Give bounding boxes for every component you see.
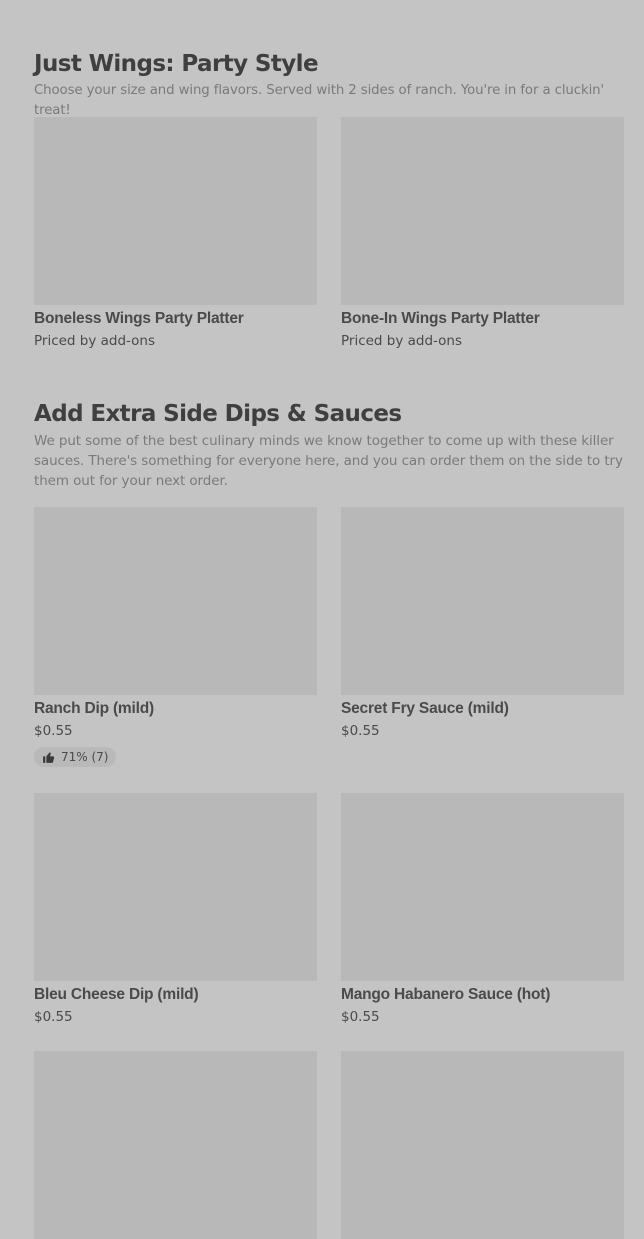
rating-badge: 71% (7)	[34, 747, 117, 767]
item-image	[341, 117, 624, 305]
item-name: Mango Habanero Sauce (hot)	[341, 986, 551, 1003]
item-image	[34, 507, 317, 695]
section-side-dips-sauces: Add Extra Side Dips & Sauces We put some…	[34, 400, 624, 491]
menu-item-next-left[interactable]	[34, 1051, 317, 1239]
section-party-style: Just Wings: Party Style Choose your size…	[34, 50, 624, 121]
item-name: Ranch Dip (mild)	[34, 700, 154, 717]
section-description: Choose your size and wing flavors. Serve…	[34, 83, 605, 118]
item-name: Boneless Wings Party Platter	[34, 310, 244, 327]
item-image	[34, 117, 317, 305]
item-price: Priced by add-ons	[341, 333, 463, 349]
rating-text: 71% (7)	[61, 750, 109, 764]
item-image	[341, 507, 624, 695]
item-image	[34, 793, 317, 981]
item-image	[341, 1051, 624, 1239]
menu-item-secret-fry-sauce[interactable]: Secret Fry Sauce (mild) $0.55	[341, 507, 624, 740]
menu-item-next-right[interactable]	[341, 1051, 624, 1239]
menu-item-bleu-cheese-dip[interactable]: Bleu Cheese Dip (mild) $0.55	[34, 793, 317, 1026]
section-title: Just Wings: Party Style	[34, 51, 319, 77]
item-name: Bleu Cheese Dip (mild)	[34, 986, 199, 1003]
item-price: $0.55	[34, 723, 73, 739]
section-description: We put some of the best culinary minds w…	[34, 433, 623, 489]
menu-item-mango-habanero-sauce[interactable]: Mango Habanero Sauce (hot) $0.55	[341, 793, 624, 1026]
menu-item-ranch-dip[interactable]: Ranch Dip (mild) $0.55 71% (7)	[34, 507, 317, 768]
item-price: Priced by add-ons	[34, 333, 156, 349]
item-price: $0.55	[341, 1009, 380, 1025]
item-image	[341, 793, 624, 981]
item-price: $0.55	[341, 723, 380, 739]
item-price: $0.55	[34, 1009, 73, 1025]
item-name: Bone-In Wings Party Platter	[341, 310, 540, 327]
section-title: Add Extra Side Dips & Sauces	[34, 401, 402, 427]
item-image	[34, 1051, 317, 1239]
menu-item-bone-in-wings-party-platter[interactable]: Bone-In Wings Party Platter Priced by ad…	[341, 117, 624, 350]
thumbs-up-icon	[43, 751, 55, 763]
item-name: Secret Fry Sauce (mild)	[341, 700, 509, 717]
menu-item-boneless-wings-party-platter[interactable]: Boneless Wings Party Platter Priced by a…	[34, 117, 317, 350]
